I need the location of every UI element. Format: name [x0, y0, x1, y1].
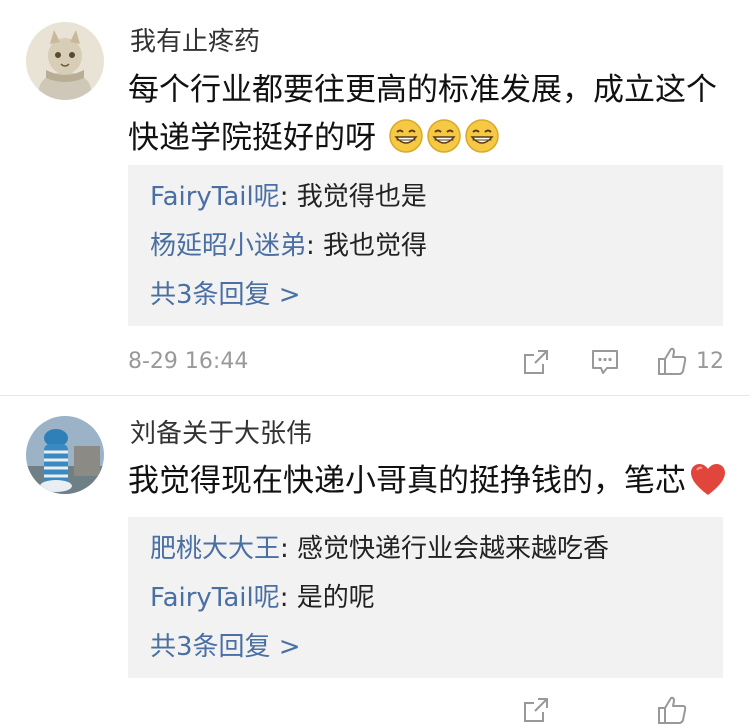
reply-separator: :: [306, 231, 324, 261]
reply-text: 我觉得也是: [296, 182, 427, 212]
reply-username[interactable]: FairyTail呢: [150, 182, 280, 212]
username[interactable]: 我有止疼药: [130, 26, 260, 58]
username[interactable]: 刘备关于大张伟: [130, 418, 312, 450]
reply-username[interactable]: 杨延昭小迷弟: [150, 231, 306, 261]
reply-username[interactable]: 肥桃大大王: [150, 534, 280, 564]
avatar[interactable]: [26, 22, 104, 100]
comment-text-line: 每个行业都要往更高的标准发展，成立这个: [128, 72, 717, 108]
reply-item[interactable]: 杨延昭小迷弟: 我也觉得: [150, 230, 427, 262]
share-icon: [524, 698, 548, 722]
comment-icon: [592, 350, 618, 374]
like-count: 12: [696, 348, 724, 374]
reply-item[interactable]: 肥桃大大王: 感觉快递行业会越来越吃香: [150, 533, 609, 565]
share-button[interactable]: [522, 696, 550, 724]
more-replies-link[interactable]: 共3条回复 >: [150, 279, 301, 311]
reply-text: 我也觉得: [323, 231, 428, 261]
reply-separator: :: [280, 534, 298, 564]
reply-box[interactable]: 肥桃大大王: 感觉快递行业会越来越吃香 FairyTail呢: 是的呢 共3条回…: [128, 517, 723, 678]
reply-separator: :: [279, 583, 297, 613]
comment-item: 我有止疼药 每个行业都要往更高的标准发展，成立这个 快递学院挺好的呀 Fairy…: [0, 0, 750, 395]
share-icon: [524, 350, 548, 374]
comment-text-line: 快递学院挺好的呀: [128, 114, 728, 168]
like-button[interactable]: [656, 694, 688, 726]
more-replies-link[interactable]: 共3条回复 >: [150, 631, 301, 663]
reply-button[interactable]: [590, 348, 620, 376]
reply-username[interactable]: FairyTail呢: [150, 583, 280, 613]
grin-icon: [464, 118, 500, 168]
reply-item[interactable]: FairyTail呢: 我觉得也是: [150, 181, 427, 213]
comment-text-line-2: 快递学院挺好的呀: [128, 120, 376, 156]
thumbs-up-icon: [658, 696, 687, 724]
grin-icon: [388, 118, 424, 168]
avatar[interactable]: [26, 416, 104, 494]
reply-box[interactable]: FairyTail呢: 我觉得也是 杨延昭小迷弟: 我也觉得 共3条回复 >: [128, 165, 723, 326]
grin-icon: [426, 118, 462, 168]
comment-item: 刘备关于大张伟 我觉得现在快递小哥真的挺挣钱的，笔芯 肥桃大大王: 感觉快递行业…: [0, 396, 750, 724]
like-button[interactable]: 12: [656, 345, 724, 377]
reply-text: 感觉快递行业会越来越吃香: [297, 534, 610, 564]
thumbs-up-icon: [658, 347, 687, 375]
reply-item[interactable]: FairyTail呢: 是的呢: [150, 582, 375, 614]
comment-text-line: 我觉得现在快递小哥真的挺挣钱的，笔芯: [128, 463, 686, 499]
comment-time: 8-29 16:44: [128, 349, 249, 374]
comment-text: 我觉得现在快递小哥真的挺挣钱的，笔芯: [128, 457, 728, 511]
comment-text: 每个行业都要往更高的标准发展，成立这个 快递学院挺好的呀: [128, 66, 728, 168]
heart-icon: [690, 463, 726, 511]
reply-text: 是的呢: [296, 583, 375, 613]
share-button[interactable]: [522, 348, 550, 376]
reply-separator: :: [279, 182, 297, 212]
